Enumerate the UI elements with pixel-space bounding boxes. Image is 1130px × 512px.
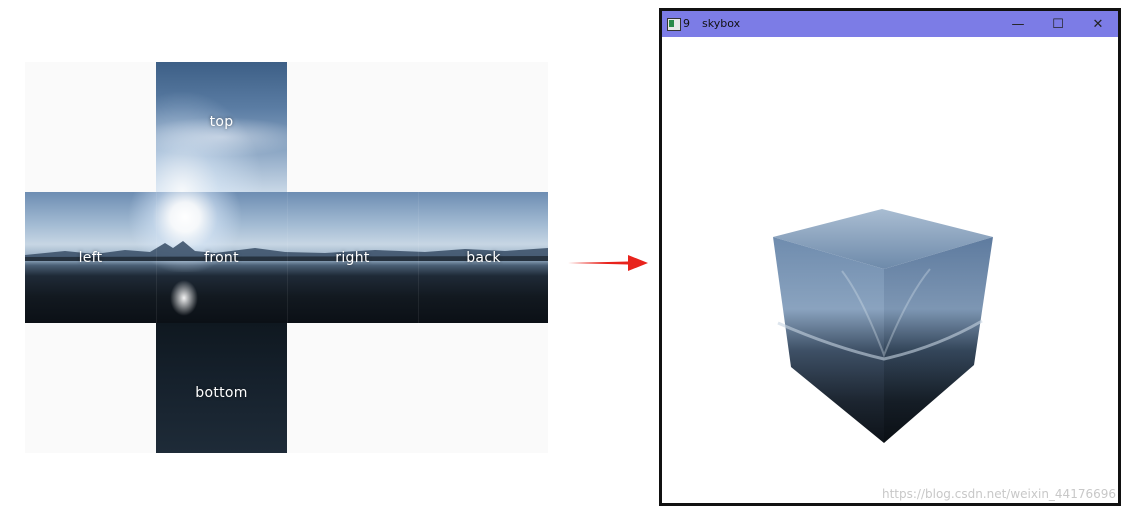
close-icon: ✕ xyxy=(1092,16,1104,32)
cubemap-face-top: top xyxy=(156,62,287,192)
face-label-right: right xyxy=(335,250,370,266)
render-viewport[interactable]: https://blog.csdn.net/weixin_44176696 xyxy=(662,37,1118,503)
face-label-bottom: bottom xyxy=(195,385,248,401)
watermark-text: https://blog.csdn.net/weixin_44176696 xyxy=(881,487,1116,501)
app-icon xyxy=(667,18,681,31)
red-arrow-icon xyxy=(568,255,648,271)
skybox-window[interactable]: 9 skybox — ☐ ✕ https://blog.csdn.net/wei… xyxy=(659,8,1121,506)
minimize-icon: — xyxy=(1011,16,1025,32)
face-label-left: left xyxy=(78,250,103,266)
close-button[interactable]: ✕ xyxy=(1078,11,1118,37)
maximize-icon: ☐ xyxy=(1052,16,1064,32)
cubemap-horizontal-strip: left front right back xyxy=(25,192,548,323)
window-titlebar[interactable]: 9 skybox — ☐ ✕ xyxy=(662,11,1118,37)
face-label-front: front xyxy=(204,250,239,266)
window-number: 9 xyxy=(683,17,690,30)
face-label-top: top xyxy=(209,114,234,130)
maximize-button[interactable]: ☐ xyxy=(1038,11,1078,37)
cubemap-face-bottom: bottom xyxy=(156,323,287,453)
face-label-back: back xyxy=(466,250,501,266)
skybox-cube-render xyxy=(773,209,993,443)
window-title: skybox xyxy=(702,17,741,30)
cubemap-cross-image: top left front right back bottom xyxy=(25,62,548,453)
minimize-button[interactable]: — xyxy=(998,11,1038,37)
sun-reflection xyxy=(170,280,198,316)
